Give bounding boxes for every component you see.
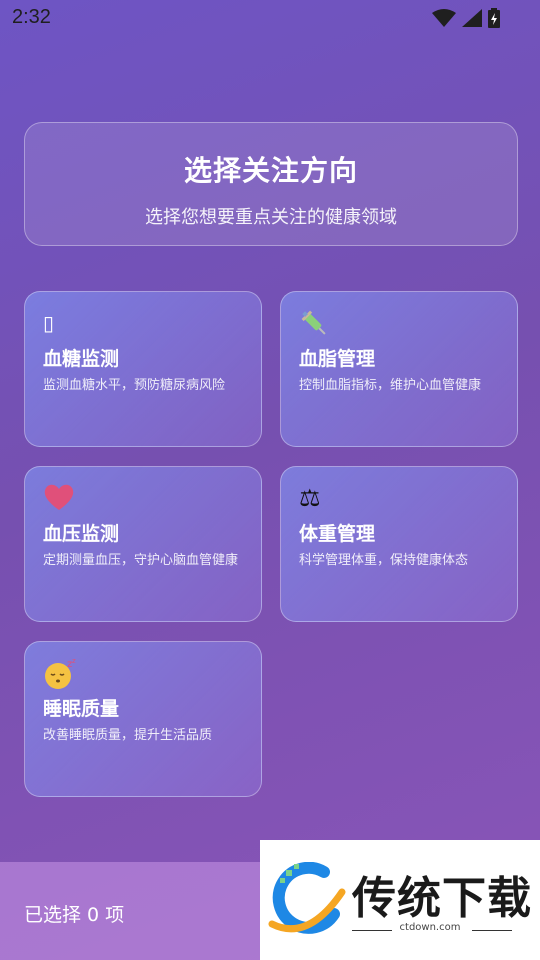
option-card-blood-pressure[interactable]: 血压监测 定期测量血压，守护心脑血管健康 [24, 466, 262, 622]
option-card-blood-lipid[interactable]: 血脂管理 控制血脂指标，维护心血管健康 [280, 291, 518, 447]
syringe-icon [299, 308, 499, 338]
selected-count: 已选择 0 项 [24, 904, 125, 926]
page-title: 选择关注方向 [183, 154, 358, 187]
option-title: 体重管理 [299, 523, 376, 545]
page-subtitle: 选择您想要重点关注的健康领域 [145, 207, 397, 228]
option-title: 睡眠质量 [43, 698, 120, 720]
header-card: 选择关注方向 选择您想要重点关注的健康领域 [24, 122, 518, 246]
option-desc: 定期测量血压，守护心脑血管健康 [43, 553, 239, 568]
scale-icon: ⚖ [299, 484, 321, 512]
option-card-blood-sugar[interactable]: ▯ 血糖监测 监测血糖水平，预防糖尿病风险 [24, 291, 262, 447]
watermark-brand: 传统下载 [352, 873, 532, 924]
option-desc: 改善睡眠质量，提升生活品质 [43, 728, 213, 743]
battery-icon [488, 8, 500, 28]
option-card-weight[interactable]: ⚖ 体重管理 科学管理体重，保持健康体态 [280, 466, 518, 622]
status-bar: 2:32 [0, 0, 540, 36]
status-time: 2:32 [12, 6, 51, 28]
option-title: 血压监测 [43, 523, 120, 545]
watermark-logo-icon [268, 862, 346, 934]
option-title: 血糖监测 [43, 348, 120, 370]
watermark: 传统下载 ctdown.com [260, 840, 540, 960]
svg-text:z: z [72, 658, 76, 665]
divider [472, 930, 512, 931]
heart-icon [43, 483, 243, 513]
option-title: 血脂管理 [299, 348, 376, 370]
sleeping-face-icon: zz [43, 657, 243, 689]
signal-icon [462, 9, 482, 27]
blood-drop-icon: ▯ [43, 311, 55, 335]
option-card-sleep[interactable]: zz 睡眠质量 改善睡眠质量，提升生活品质 [24, 641, 262, 797]
option-desc: 控制血脂指标，维护心血管健康 [299, 378, 482, 393]
watermark-url: ctdown.com [399, 922, 461, 933]
wifi-icon [432, 9, 456, 27]
status-icons [432, 8, 500, 28]
option-desc: 监测血糖水平，预防糖尿病风险 [43, 378, 226, 393]
option-desc: 科学管理体重，保持健康体态 [299, 553, 469, 568]
